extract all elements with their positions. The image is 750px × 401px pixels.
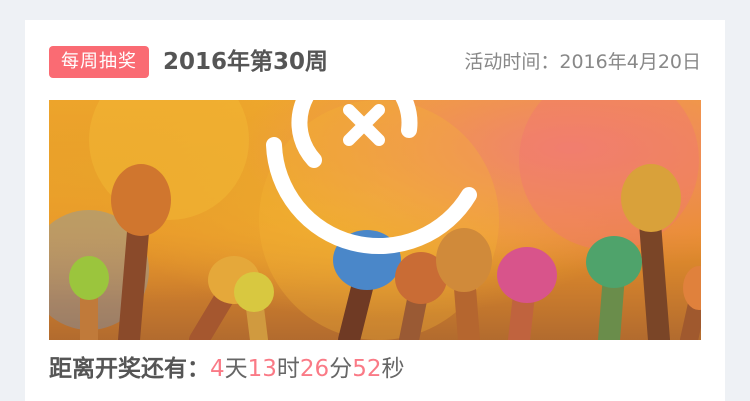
countdown-days-unit: 天 [224, 356, 248, 382]
banner-image[interactable] [49, 100, 701, 340]
countdown-minutes: 26 [299, 356, 330, 382]
countdown-label: 距离开奖还有： [49, 356, 210, 382]
countdown-seconds: 52 [352, 356, 382, 382]
activity-time-label: 活动时间： [464, 51, 560, 73]
lottery-card[interactable]: 每周抽奖 2016年第30周 活动时间：2016年4月20日 距离开奖还有：4天… [25, 20, 725, 401]
countdown: 距离开奖还有：4天13时26分52秒 [49, 352, 404, 386]
countdown-seconds-unit: 秒 [381, 356, 405, 382]
countdown-hours-unit: 时 [276, 356, 300, 382]
activity-date: 2016年4月20日 [559, 51, 701, 73]
weekly-lottery-badge: 每周抽奖 [49, 46, 149, 78]
countdown-hours: 13 [247, 356, 277, 382]
countdown-days: 4 [210, 356, 225, 382]
activity-time: 活动时间：2016年4月20日 [464, 46, 701, 78]
week-title: 2016年第30周 [163, 49, 329, 75]
raised-hands-illustration [49, 100, 701, 340]
countdown-minutes-unit: 分 [329, 356, 353, 382]
card-header: 每周抽奖 2016年第30周 活动时间：2016年4月20日 [49, 46, 701, 80]
